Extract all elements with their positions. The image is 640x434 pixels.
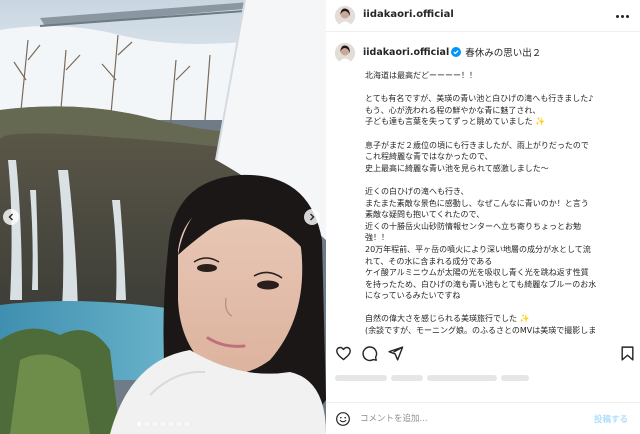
- redacted-text: [391, 375, 423, 381]
- caption-line: 子ども達も言葉を失ってずっと眺めていました ✨: [365, 116, 633, 128]
- carousel-dot: [137, 422, 141, 426]
- carousel-indicator: [137, 422, 189, 426]
- redacted-text: [335, 375, 387, 381]
- caption-line-text: とても有名ですが、美瑛の青い池と白ひげの滝へも行きました♪: [365, 94, 594, 104]
- carousel-dot: [185, 422, 189, 426]
- caption-line: 史上最高に綺麗な青い池を見られて感激しました〜: [365, 163, 633, 175]
- sparkle-icon: ✨: [532, 117, 546, 127]
- caption-line: (余談ですが、モーニング娘。のふるさとのMVは美瑛で撮影しま: [365, 325, 633, 337]
- caption-line: 自然の偉大さを感じられる美瑛旅行でした ✨: [365, 313, 633, 325]
- bookmark-icon: [621, 346, 634, 361]
- caption-line-text: になっているみたいですね: [365, 291, 461, 301]
- carousel-dot: [169, 422, 173, 426]
- caption-line: 20万年程前、平ヶ岳の噴火により深い地層の成分が水として流: [365, 244, 633, 256]
- caption-line-text: (余談ですが、モーニング娘。のふるさとのMVは美瑛で撮影しま: [365, 326, 597, 336]
- caption-line-text: 近くの白ひげの滝へも行き、: [365, 186, 469, 196]
- carousel-dot: [145, 422, 149, 426]
- more-options-icon[interactable]: [616, 11, 630, 21]
- verified-badge-icon: [451, 47, 462, 57]
- caption-line-text: 強！！: [365, 233, 389, 243]
- carousel-dot: [177, 422, 181, 426]
- chevron-left-icon: [8, 213, 13, 221]
- caption-line-text: 20万年程前、平ヶ岳の噴火により深い地層の成分が水として流: [365, 244, 591, 254]
- caption-line-text: 息子がまだ２歳位の頃にも行きましたが、雨上がりだったので: [365, 140, 589, 150]
- redacted-text: [427, 375, 497, 381]
- comment-icon: [362, 346, 378, 362]
- carousel-dot: [153, 422, 157, 426]
- caption-line: もう、心が洗われる程の鮮やかな青に魅了され、: [365, 105, 633, 117]
- caption-line-text: を持ったため、白ひげの滝も青い池もとても綺麗なブルーのお水: [365, 279, 597, 289]
- caption-username-link[interactable]: iidakaori.official: [363, 47, 449, 58]
- chevron-right-icon: [310, 213, 315, 221]
- caption-line: [365, 174, 633, 186]
- caption-line-text: 子ども達も言葉を失ってずっと眺めていました: [365, 117, 533, 127]
- post-photo[interactable]: [0, 0, 326, 434]
- caption-line: れて、その水に含まれる成分である: [365, 256, 633, 268]
- like-button[interactable]: [335, 345, 352, 362]
- caption-line: 近くの十勝岳火山砂防情報センターへ立ち寄りちょっとお勉: [365, 221, 633, 233]
- likes-summary: [335, 372, 625, 384]
- sparkle-icon: ✨: [517, 314, 530, 324]
- caption-line: とても有名ですが、美瑛の青い池と白ひげの滝へも行きました♪: [365, 93, 633, 105]
- smiley-icon[interactable]: [335, 411, 351, 427]
- caption-line-text: ケイ酸アルミニウムが太陽の光を吸収し青く光を跳ね返す性質: [365, 268, 589, 278]
- send-icon: [388, 346, 404, 361]
- caption-line-text: 素敵な疑問も抱いてくれたので、: [365, 210, 485, 220]
- caption-line: [365, 302, 633, 314]
- caption-text: 北海道は最高だどーーーー！！ とても有名ですが、美瑛の青い池と白ひげの滝へも行きま…: [365, 70, 633, 337]
- caption-line: ケイ酸アルミニウムが太陽の光を吸収し青く光を跳ね返す性質: [365, 267, 633, 279]
- comment-button[interactable]: [361, 345, 378, 362]
- photo-scene: [0, 0, 326, 434]
- carousel-next-button[interactable]: [304, 209, 320, 225]
- caption-line-text: れて、その水に含まれる成分である: [365, 256, 493, 266]
- save-button[interactable]: [619, 345, 636, 362]
- caption-line-text: もう、心が洗われる程の鮮やかな青に魅了され、: [365, 105, 541, 115]
- caption-line-text: これ程綺麗な青ではなかったので、: [365, 152, 493, 162]
- heart-icon: [336, 346, 351, 361]
- post-details-panel: iidakaori.official iidakaori.official 春休…: [326, 0, 640, 434]
- caption-author: iidakaori.official 春休みの思い出２: [363, 45, 542, 60]
- caption-line: 北海道は最高だどーーーー！！: [365, 70, 633, 82]
- caption-title: 春休みの思い出２: [465, 48, 542, 59]
- caption-section: iidakaori.official 春休みの思い出２ 北海道は最高だどーーーー…: [326, 32, 640, 338]
- caption-line: またまた素敵な景色に感動し、なぜこんなに青いのか！と言う: [365, 198, 633, 210]
- caption-line: 強！！: [365, 232, 633, 244]
- carousel-prev-button[interactable]: [3, 209, 19, 225]
- caption-line: になっているみたいですね: [365, 290, 633, 302]
- avatar[interactable]: [335, 6, 355, 26]
- caption-line: [365, 128, 633, 140]
- caption-line-text: 史上最高に綺麗な青い池を見られて感激しました〜: [365, 163, 549, 173]
- caption-line: を持ったため、白ひげの滝も青い池もとても綺麗なブルーのお水: [365, 279, 633, 291]
- post-comment-button[interactable]: 投稿する: [594, 413, 628, 425]
- caption-line-text: 北海道は最高だどーーーー！！: [365, 71, 477, 80]
- post-header: iidakaori.official: [326, 0, 640, 32]
- caption-line-text: 近くの十勝岳火山砂防情報センターへ立ち寄りちょっとお勉: [365, 221, 581, 231]
- caption-line-text: 自然の偉大さを感じられる美瑛旅行でした: [365, 314, 517, 324]
- avatar[interactable]: [335, 43, 355, 63]
- caption-line: 近くの白ひげの滝へも行き、: [365, 186, 633, 198]
- caption-line: [365, 82, 633, 94]
- carousel-dot: [161, 422, 165, 426]
- share-button[interactable]: [387, 345, 404, 362]
- redacted-text: [501, 375, 529, 381]
- username-link[interactable]: iidakaori.official: [363, 9, 454, 20]
- comment-input[interactable]: [360, 410, 580, 428]
- caption-line: 素敵な疑問も抱いてくれたので、: [365, 209, 633, 221]
- caption-line: 息子がまだ２歳位の頃にも行きましたが、雨上がりだったので: [365, 140, 633, 152]
- caption-line: これ程綺麗な青ではなかったので、: [365, 151, 633, 163]
- add-comment-bar: 投稿する: [326, 402, 640, 434]
- action-bar: [326, 343, 640, 367]
- caption-line-text: またまた素敵な景色に感動し、なぜこんなに青いのか！と言う: [365, 198, 589, 208]
